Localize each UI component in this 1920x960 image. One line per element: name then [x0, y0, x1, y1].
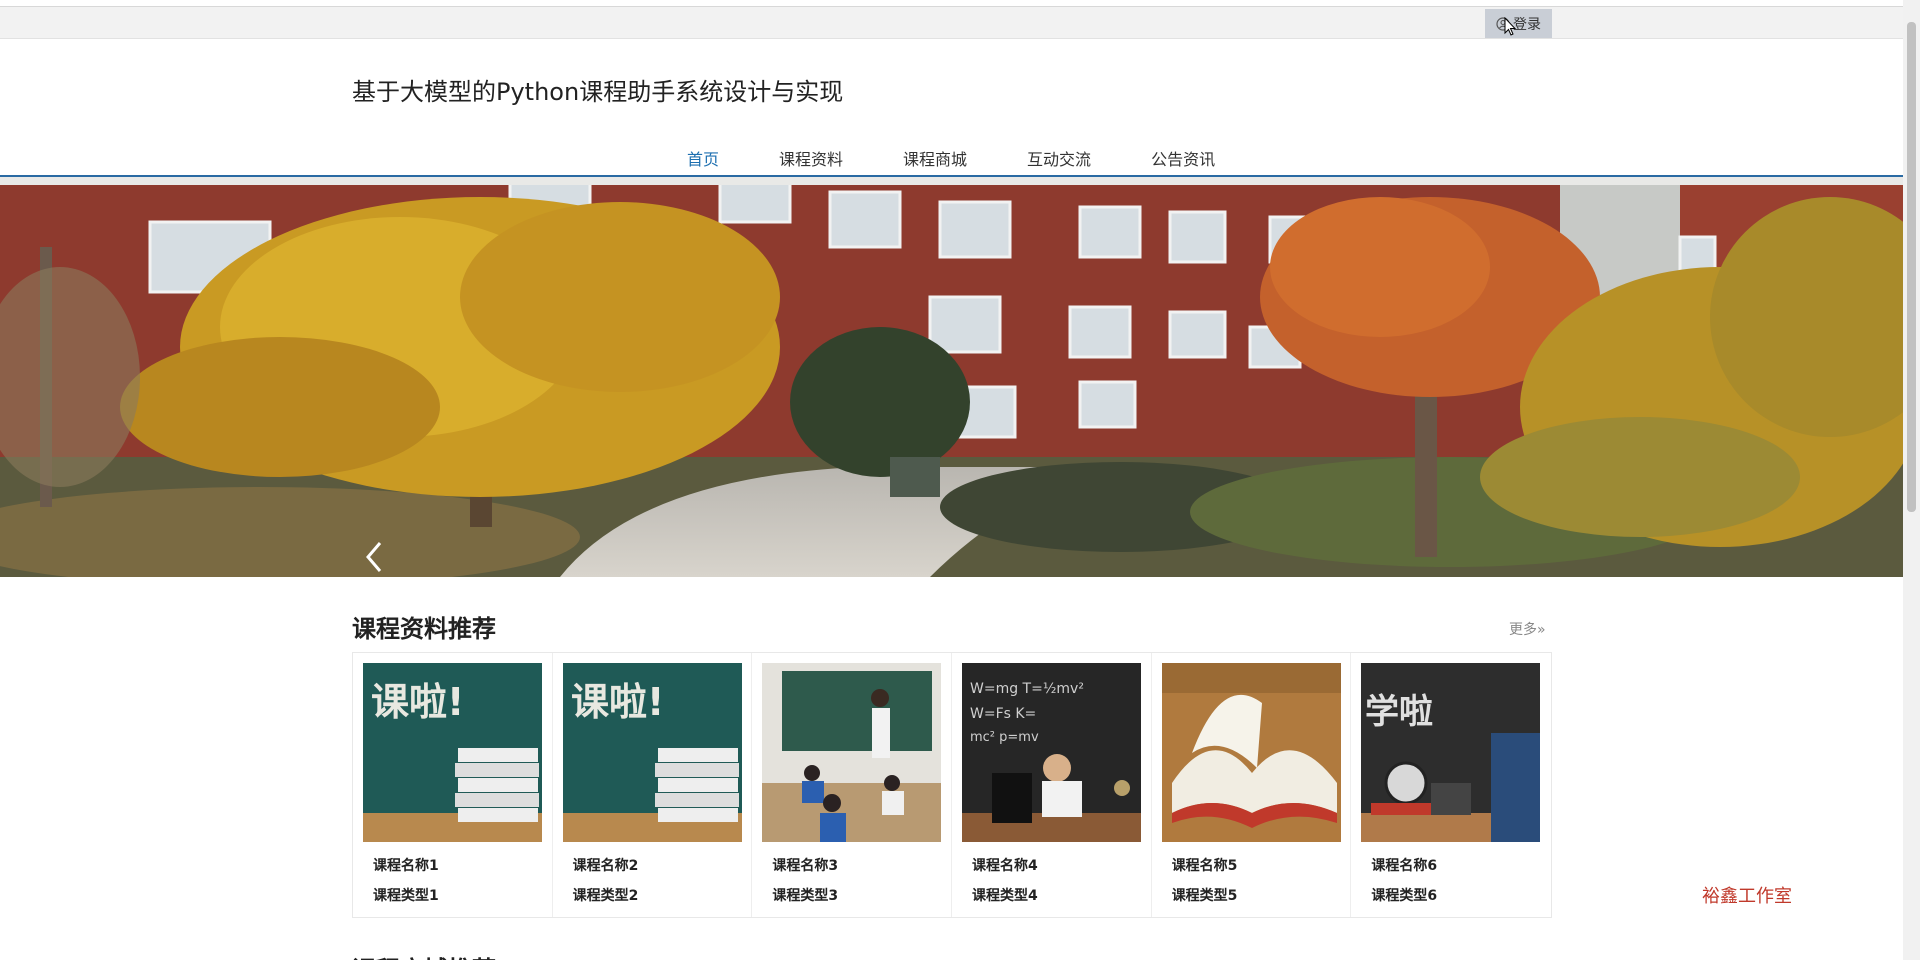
course-name: 课程名称3 — [772, 858, 839, 874]
course-type: 课程类型3 — [772, 888, 839, 904]
course-card[interactable]: W=mg T=½mv² W=Fs K= mc² p=mv 课程名称4 课程类型4 — [952, 653, 1152, 917]
mouse-pointer-icon — [1504, 17, 1516, 36]
svg-text:课啦!: 课啦! — [571, 680, 664, 724]
svg-text:mc² p=mv: mc² p=mv — [970, 730, 1039, 745]
course-type: 课程类型2 — [572, 888, 639, 904]
nav-item-course-materials[interactable]: 课程资料 — [779, 146, 843, 170]
course-name: 课程名称6 — [1371, 858, 1438, 874]
course-card[interactable]: 课啦! 课程名称1 课程类型1 — [353, 653, 553, 917]
course-name: 课程名称5 — [1171, 858, 1238, 874]
site-title: 基于大模型的Python课程助手系统设计与实现 — [352, 78, 844, 106]
banner-image — [0, 177, 1903, 577]
course-name: 课程名称1 — [373, 858, 439, 874]
next-section-title: 课程商城推荐 — [352, 950, 496, 960]
scrollbar-thumb[interactable] — [1907, 22, 1916, 512]
course-name: 课程名称2 — [572, 858, 639, 874]
nav-item-interaction[interactable]: 互动交流 — [1027, 146, 1091, 170]
banner-carousel[interactable] — [0, 177, 1903, 577]
course-thumbnail — [1161, 663, 1341, 842]
course-thumbnail: W=mg T=½mv² W=Fs K= mc² p=mv — [962, 663, 1142, 842]
course-type: 课程类型6 — [1371, 888, 1438, 904]
section-title: 课程资料推荐 — [352, 615, 496, 643]
nav-item-home[interactable]: 首页 — [687, 146, 719, 170]
course-thumbnail: 学啦 — [1361, 663, 1541, 842]
nav-item-course-mall[interactable]: 课程商城 — [903, 146, 967, 170]
svg-text:学啦: 学啦 — [1365, 692, 1433, 732]
more-link[interactable]: 更多» — [1509, 619, 1546, 639]
course-thumbnail: 课啦! — [363, 663, 542, 842]
course-thumbnail: 课啦! — [562, 663, 742, 842]
chevron-left-icon[interactable] — [362, 539, 386, 575]
course-type: 课程类型1 — [373, 888, 439, 904]
course-name: 课程名称4 — [972, 858, 1038, 874]
login-button[interactable]: 登录 — [1485, 9, 1552, 38]
course-card-list: 课啦! 课程名称1 课程类型1 课啦! 课程名称2 课程类型2 课程名称3 课程… — [352, 652, 1552, 918]
course-card[interactable]: 课啦! 课程名称2 课程类型2 — [553, 653, 753, 917]
studio-badge: 裕鑫工作室 — [1702, 886, 1792, 907]
course-type: 课程类型5 — [1171, 888, 1238, 904]
course-thumbnail — [762, 663, 942, 842]
top-utility-bar: 登录 — [0, 6, 1903, 39]
login-label: 登录 — [1513, 16, 1541, 33]
svg-text:课啦!: 课啦! — [371, 680, 464, 724]
page-scrollbar[interactable] — [1903, 0, 1920, 960]
course-card[interactable]: 课程名称5 课程类型5 — [1152, 653, 1352, 917]
main-nav: 首页 课程资料 课程商城 互动交流 公告资讯 — [0, 130, 1903, 177]
course-card[interactable]: 学啦 课程名称6 课程类型6 — [1351, 653, 1551, 917]
svg-text:W=mg T=½mv²: W=mg T=½mv² — [970, 681, 1084, 697]
course-type: 课程类型4 — [972, 888, 1038, 904]
nav-item-announcements[interactable]: 公告资讯 — [1151, 146, 1215, 170]
page: 登录 基于大模型的Python课程助手系统设计与实现 首页 课程资料 课程商城 … — [0, 0, 1920, 960]
svg-text:W=Fs K=: W=Fs K= — [970, 706, 1036, 722]
course-card[interactable]: 课程名称3 课程类型3 — [752, 653, 953, 917]
